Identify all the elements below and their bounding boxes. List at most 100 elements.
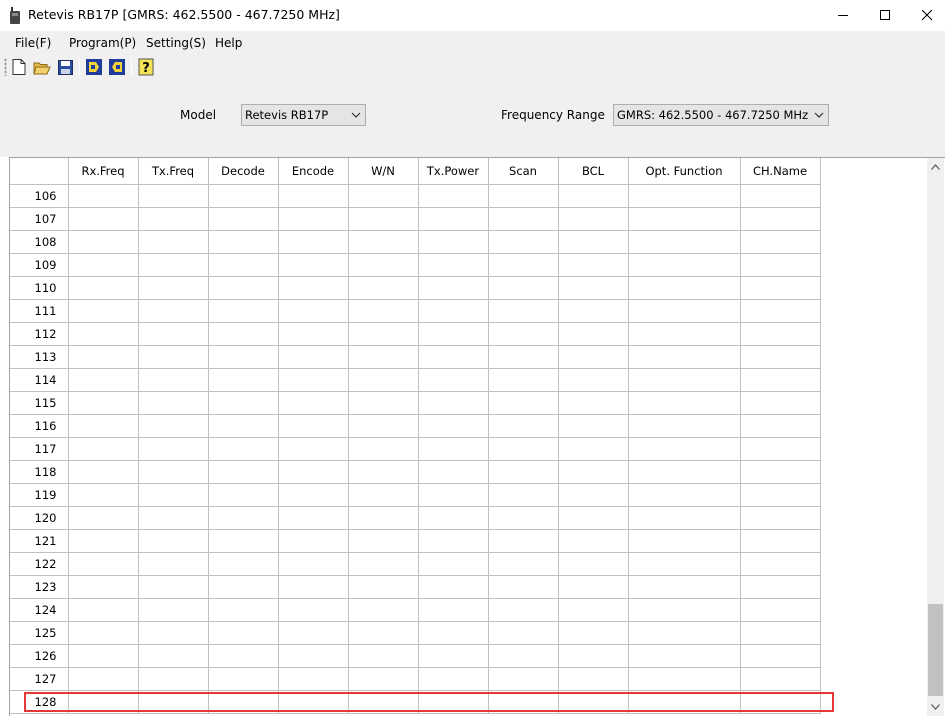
grid-cell[interactable] [739, 321, 821, 346]
grid-cell[interactable] [487, 574, 559, 599]
grid-cell[interactable] [137, 367, 209, 392]
grid-cell[interactable] [67, 344, 139, 369]
grid-cell[interactable] [487, 275, 559, 300]
grid-cell[interactable] [67, 551, 139, 576]
grid-cell[interactable] [557, 367, 629, 392]
grid-cell[interactable] [207, 252, 279, 277]
grid-cell[interactable] [417, 390, 489, 415]
grid-cell[interactable] [277, 390, 349, 415]
read-radio-button[interactable] [84, 57, 104, 77]
grid-cell[interactable] [627, 505, 741, 530]
column-header-opt-function[interactable]: Opt. Function [627, 158, 741, 185]
grid-cell[interactable] [557, 574, 629, 599]
grid-cell[interactable] [487, 482, 559, 507]
grid-cell[interactable] [627, 275, 741, 300]
grid-cell[interactable] [347, 206, 419, 231]
scrollbar-thumb[interactable] [928, 604, 943, 696]
grid-cell[interactable] [207, 689, 279, 714]
grid-cell[interactable] [277, 321, 349, 346]
grid-cell[interactable] [739, 597, 821, 622]
grid-cell[interactable] [739, 436, 821, 461]
table-row[interactable]: 123 [10, 574, 821, 599]
grid-cell[interactable] [207, 574, 279, 599]
grid-cell[interactable] [739, 689, 821, 714]
grid-cell[interactable] [137, 620, 209, 645]
grid-cell[interactable] [417, 666, 489, 691]
grid-cell[interactable] [67, 620, 139, 645]
grid-cell[interactable] [487, 505, 559, 530]
table-row[interactable]: 119 [10, 482, 821, 507]
column-header-w-n[interactable]: W/N [347, 158, 419, 185]
grid-cell[interactable] [627, 367, 741, 392]
grid-cell[interactable] [739, 367, 821, 392]
grid-cell[interactable] [417, 597, 489, 622]
grid-cell[interactable] [627, 229, 741, 254]
grid-cell[interactable] [207, 183, 279, 208]
grid-cell[interactable] [67, 643, 139, 668]
grid-cell[interactable] [207, 390, 279, 415]
grid-cell[interactable] [207, 482, 279, 507]
grid-cell[interactable] [207, 505, 279, 530]
grid-cell[interactable] [739, 574, 821, 599]
column-header-encode[interactable]: Encode [277, 158, 349, 185]
grid-cell[interactable] [417, 229, 489, 254]
grid-cell[interactable] [557, 505, 629, 530]
grid-cell[interactable] [137, 551, 209, 576]
grid-cell[interactable] [277, 482, 349, 507]
grid-cell[interactable] [557, 321, 629, 346]
grid-cell[interactable] [557, 229, 629, 254]
menu-program[interactable]: Program(P) [69, 36, 136, 50]
grid-cell[interactable] [67, 390, 139, 415]
minimize-button[interactable] [820, 0, 866, 31]
column-header-tx-power[interactable]: Tx.Power [417, 158, 489, 185]
grid-cell[interactable] [627, 183, 741, 208]
grid-cell[interactable] [487, 183, 559, 208]
grid-cell[interactable] [627, 528, 741, 553]
grid-cell[interactable] [277, 666, 349, 691]
grid-cell[interactable] [67, 229, 139, 254]
grid-cell[interactable] [417, 298, 489, 323]
column-header-ch-name[interactable]: CH.Name [739, 158, 821, 185]
grid-cell[interactable] [67, 436, 139, 461]
grid-cell[interactable] [417, 206, 489, 231]
write-radio-button[interactable] [107, 57, 127, 77]
grid-cell[interactable] [417, 252, 489, 277]
grid-cell[interactable] [739, 482, 821, 507]
table-row[interactable]: 110 [10, 275, 821, 300]
grid-cell[interactable] [277, 229, 349, 254]
grid-cell[interactable] [487, 643, 559, 668]
grid-cell[interactable] [347, 344, 419, 369]
grid-cell[interactable] [67, 482, 139, 507]
grid-cell[interactable] [627, 620, 741, 645]
grid-cell[interactable] [627, 574, 741, 599]
grid-cell[interactable] [739, 183, 821, 208]
column-header-rx-freq[interactable]: Rx.Freq [67, 158, 139, 185]
grid-cell[interactable] [487, 298, 559, 323]
grid-cell[interactable] [627, 482, 741, 507]
grid-cell[interactable] [207, 528, 279, 553]
column-header-bcl[interactable]: BCL [557, 158, 629, 185]
help-button[interactable]: ? [136, 57, 156, 77]
grid-cell[interactable] [739, 620, 821, 645]
table-row[interactable]: 122 [10, 551, 821, 576]
grid-cell[interactable] [207, 551, 279, 576]
grid-cell[interactable] [627, 252, 741, 277]
grid-cell[interactable] [627, 666, 741, 691]
grid-cell[interactable] [207, 413, 279, 438]
grid-cell[interactable] [207, 275, 279, 300]
grid-cell[interactable] [347, 643, 419, 668]
grid-cell[interactable] [277, 551, 349, 576]
grid-cell[interactable] [417, 689, 489, 714]
grid-cell[interactable] [739, 643, 821, 668]
grid-cell[interactable] [739, 505, 821, 530]
grid-cell[interactable] [347, 367, 419, 392]
grid-cell[interactable] [417, 436, 489, 461]
table-row[interactable]: 118 [10, 459, 821, 484]
grid-cell[interactable] [277, 413, 349, 438]
grid-cell[interactable] [67, 528, 139, 553]
grid-cell[interactable] [487, 367, 559, 392]
grid-cell[interactable] [627, 298, 741, 323]
grid-cell[interactable] [487, 344, 559, 369]
grid-cell[interactable] [277, 643, 349, 668]
grid-cell[interactable] [557, 206, 629, 231]
